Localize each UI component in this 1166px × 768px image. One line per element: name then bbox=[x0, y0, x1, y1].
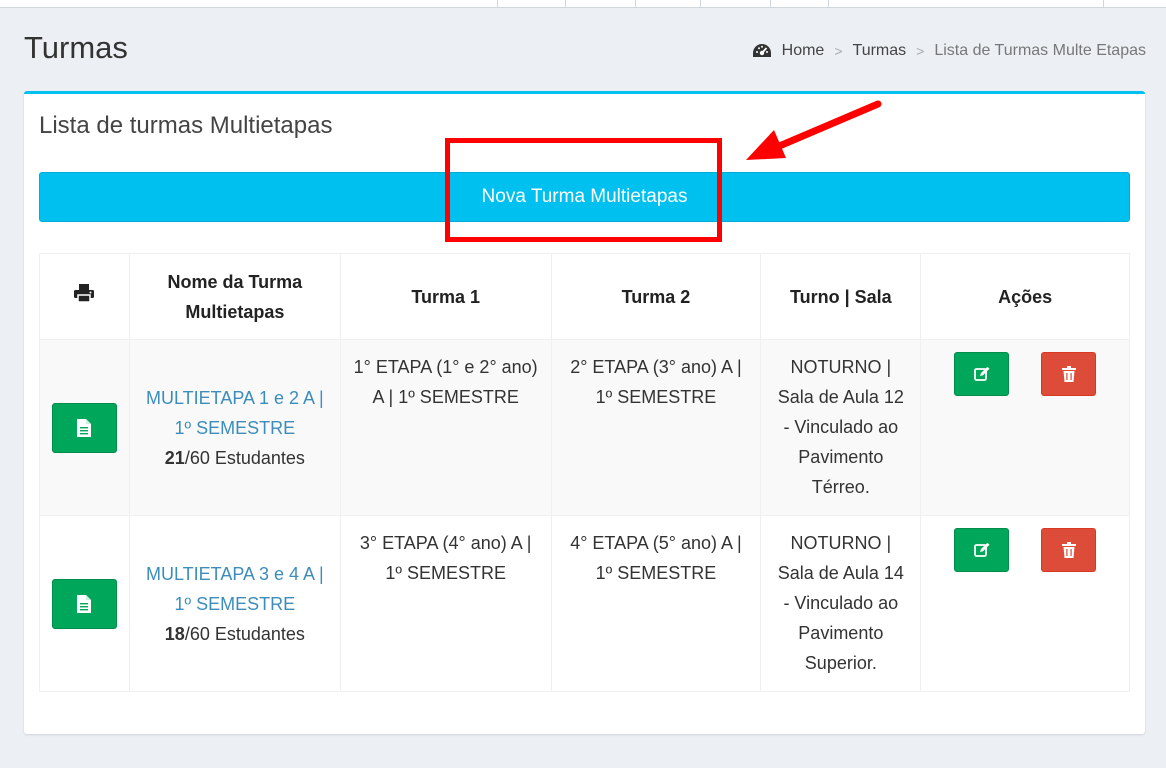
edit-icon bbox=[973, 366, 990, 381]
breadcrumb-separator: > bbox=[834, 43, 843, 59]
new-turma-button[interactable]: Nova Turma Multietapas bbox=[39, 172, 1130, 222]
breadcrumb-home-label: Home bbox=[781, 42, 825, 59]
header-turma1: Turma 1 bbox=[339, 253, 552, 340]
turno-sala-cell: NOTURNO | Sala de Aula 14 - Vinculado ao… bbox=[760, 515, 922, 692]
table-row: MULTIETAPA 3 e 4 A | 1º SEMESTRE 18/60 E… bbox=[39, 515, 1130, 692]
turma-name-link[interactable]: MULTIETAPA 1 e 2 A | 1º SEMESTRE bbox=[144, 383, 326, 443]
document-button[interactable] bbox=[51, 402, 117, 453]
table-row: MULTIETAPA 1 e 2 A | 1º SEMESTRE 21/60 E… bbox=[39, 339, 1130, 516]
header-turma2: Turma 2 bbox=[550, 253, 762, 340]
turma1-cell: 3° ETAPA (4° ano) A | 1º SEMESTRE bbox=[339, 515, 552, 692]
doc-cell bbox=[39, 515, 130, 692]
file-text-icon bbox=[77, 594, 92, 613]
top-navbar bbox=[0, 0, 1166, 8]
breadcrumb-home[interactable]: Home bbox=[752, 42, 825, 60]
turma2-cell: 4° ETAPA (5° ano) A | 1º SEMESTRE bbox=[550, 515, 762, 692]
actions-cell bbox=[920, 515, 1130, 692]
dashboard-icon bbox=[752, 44, 771, 57]
student-count-value: 18 bbox=[164, 623, 185, 644]
table-header-row: Nome da Turma Multietapas Turma 1 Turma … bbox=[39, 253, 1130, 340]
student-count: 21/60 Estudantes bbox=[144, 443, 326, 473]
student-count-value: 21 bbox=[164, 447, 185, 468]
turma-name-link[interactable]: MULTIETAPA 3 e 4 A | 1º SEMESTRE bbox=[144, 559, 326, 619]
edit-icon bbox=[973, 542, 990, 557]
turmas-box: Lista de turmas Multietapas Nova Turma M… bbox=[24, 91, 1145, 734]
document-button[interactable] bbox=[51, 578, 117, 629]
turno-sala-cell: NOTURNO | Sala de Aula 12 - Vinculado ao… bbox=[760, 339, 922, 516]
header-name: Nome da Turma Multietapas bbox=[128, 253, 341, 340]
file-text-icon bbox=[77, 418, 92, 437]
breadcrumb-current: Lista de Turmas Multe Etapas bbox=[934, 42, 1146, 59]
print-icon bbox=[74, 283, 95, 303]
trash-icon bbox=[1061, 542, 1076, 558]
page-title: Turmas bbox=[24, 30, 128, 65]
turma2-cell: 2° ETAPA (3° ano) A | 1º SEMESTRE bbox=[550, 339, 762, 516]
breadcrumb-separator: > bbox=[916, 43, 925, 59]
student-count: 18/60 Estudantes bbox=[144, 619, 326, 649]
delete-button[interactable] bbox=[1041, 352, 1097, 396]
box-title: Lista de turmas Multietapas bbox=[39, 112, 333, 139]
header-acoes: Ações bbox=[920, 253, 1130, 340]
breadcrumb: Home > Turmas > Lista de Turmas Multe Et… bbox=[752, 42, 1146, 60]
turmas-table: Nome da Turma Multietapas Turma 1 Turma … bbox=[39, 253, 1130, 692]
trash-icon bbox=[1061, 366, 1076, 382]
student-capacity: /60 Estudantes bbox=[184, 623, 305, 644]
delete-button[interactable] bbox=[1041, 528, 1097, 572]
breadcrumb-turmas[interactable]: Turmas bbox=[853, 42, 907, 60]
content-header: Turmas Home > Turmas > Lista de Turmas M… bbox=[24, 28, 1146, 72]
student-capacity: /60 Estudantes bbox=[184, 447, 305, 468]
print-header[interactable] bbox=[39, 253, 130, 340]
edit-button[interactable] bbox=[954, 352, 1010, 396]
annotation-arrow-icon bbox=[746, 100, 882, 160]
doc-cell bbox=[39, 339, 130, 516]
actions-cell bbox=[920, 339, 1130, 516]
turma1-cell: 1° ETAPA (1° e 2° ano) A | 1º SEMESTRE bbox=[339, 339, 552, 516]
name-cell: MULTIETAPA 3 e 4 A | 1º SEMESTRE 18/60 E… bbox=[128, 515, 341, 692]
header-turno-sala: Turno | Sala bbox=[760, 253, 922, 340]
edit-button[interactable] bbox=[954, 528, 1010, 572]
name-cell: MULTIETAPA 1 e 2 A | 1º SEMESTRE 21/60 E… bbox=[128, 339, 341, 516]
